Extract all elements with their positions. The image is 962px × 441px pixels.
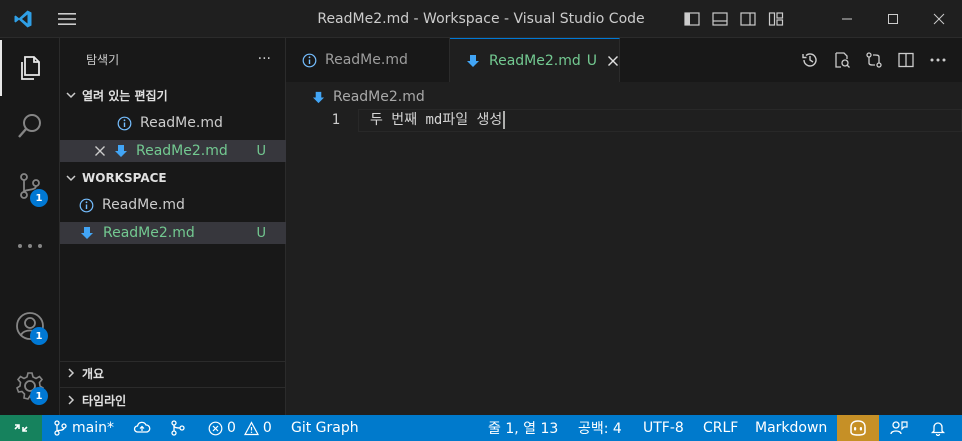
markdown-download-icon	[114, 144, 128, 158]
toggle-secondary-sidebar-icon[interactable]	[734, 0, 762, 38]
account-icon[interactable]: 1	[0, 298, 60, 354]
workspace-header[interactable]: WORKSPACE	[60, 167, 286, 189]
indentation[interactable]: 공백: 4	[578, 415, 622, 441]
copilot-icon[interactable]	[837, 415, 879, 441]
untracked-badge: U	[586, 52, 598, 69]
info-icon	[79, 198, 94, 213]
chevron-down-icon	[60, 172, 82, 184]
branch-name: main*	[72, 420, 114, 436]
warning-count: 0	[262, 420, 272, 436]
git-branch-icon	[53, 420, 67, 436]
feedback-icon[interactable]	[890, 415, 908, 441]
untracked-badge: U	[256, 225, 266, 241]
sync-icon[interactable]	[133, 415, 151, 441]
tab-readme2[interactable]: ReadMe2.md U	[450, 38, 620, 82]
chevron-right-icon	[60, 367, 82, 379]
files-icon[interactable]	[0, 40, 60, 96]
chevron-right-icon	[60, 394, 82, 406]
breadcrumb[interactable]: ReadMe2.md	[312, 86, 425, 108]
code-line[interactable]: 두 번째 md파일 생성	[370, 109, 506, 132]
close-icon[interactable]	[607, 55, 619, 67]
maximize-icon[interactable]	[870, 0, 916, 38]
error-count: 0	[227, 420, 236, 436]
file-item[interactable]: ReadMe2.md U	[60, 222, 286, 244]
markdown-download-icon	[466, 54, 480, 68]
open-editor-item[interactable]: ReadMe.md	[60, 112, 286, 134]
manage-badge: 1	[30, 387, 48, 405]
text-cursor	[503, 111, 506, 129]
git-compare-icon[interactable]	[858, 38, 890, 82]
breadcrumb-file: ReadMe2.md	[333, 89, 425, 105]
close-icon[interactable]	[916, 0, 962, 38]
cursor-position[interactable]: 줄 1, 열 13	[488, 415, 558, 441]
vscode-logo-icon	[0, 0, 46, 38]
code-text: 두 번째 md파일 생성	[370, 112, 503, 128]
outline-label: 개요	[82, 366, 105, 381]
sidebar-more-button[interactable]: ···	[258, 51, 271, 67]
file-label: ReadMe2.md	[103, 225, 195, 241]
hamburger-menu-icon[interactable]	[46, 0, 88, 38]
warning-icon	[243, 420, 259, 436]
git-graph-branch-icon[interactable]	[170, 415, 186, 441]
untracked-badge: U	[256, 143, 266, 159]
open-editors-label: 열려 있는 편집기	[82, 88, 168, 103]
source-control-icon[interactable]: 1	[0, 158, 60, 214]
status-bar: main* 0 0 Git Graph 줄 1, 열 13 공백: 4 UTF-…	[0, 415, 962, 441]
search-icon[interactable]	[0, 98, 60, 154]
source-control-badge: 1	[30, 189, 48, 207]
git-graph-button[interactable]: Git Graph	[291, 415, 359, 441]
more-actions-icon[interactable]	[922, 38, 954, 82]
file-label: ReadMe.md	[102, 197, 185, 213]
divider	[60, 387, 286, 388]
markdown-download-icon	[80, 226, 94, 240]
sidebar-title: 탐색기	[86, 52, 120, 67]
minimize-icon[interactable]	[824, 0, 870, 38]
window-title: ReadMe2.md - Workspace - Visual Studio C…	[317, 11, 645, 27]
error-icon	[208, 421, 223, 436]
editor-area[interactable]: ReadMe2.md 1 두 번째 md파일 생성	[286, 82, 962, 415]
toggle-panel-icon[interactable]	[706, 0, 734, 38]
timeline-label: 타임라인	[82, 393, 127, 408]
split-editor-icon[interactable]	[890, 38, 922, 82]
problems-indicator[interactable]: 0 0	[208, 415, 272, 441]
open-editor-label: ReadMe.md	[140, 115, 223, 131]
close-icon[interactable]	[94, 145, 106, 157]
timeline-header[interactable]: 타임라인	[60, 389, 286, 411]
chevron-down-icon	[60, 89, 82, 101]
tab-label: ReadMe2.md	[489, 52, 581, 69]
open-editor-item[interactable]: ReadMe2.md U	[60, 140, 286, 162]
line-number: 1	[331, 112, 340, 128]
tab-readme[interactable]: ReadMe.md	[286, 38, 450, 82]
gear-icon[interactable]: 1	[0, 358, 60, 414]
encoding[interactable]: UTF-8	[643, 415, 684, 441]
title-bar: ReadMe2.md - Workspace - Visual Studio C…	[0, 0, 962, 38]
workspace-label: WORKSPACE	[82, 171, 167, 185]
info-icon	[117, 116, 132, 131]
open-editor-label: ReadMe2.md	[136, 143, 228, 159]
explorer-sidebar: 탐색기 ··· 열려 있는 편집기 ReadMe.md ReadMe2.md U…	[60, 38, 286, 415]
open-editors-header[interactable]: 열려 있는 편집기	[60, 84, 286, 106]
ellipsis-icon[interactable]	[0, 218, 60, 274]
language-mode[interactable]: Markdown	[755, 415, 827, 441]
outline-header[interactable]: 개요	[60, 362, 286, 384]
open-preview-icon[interactable]	[826, 38, 858, 82]
notifications-bell-icon[interactable]	[930, 415, 946, 441]
toggle-primary-sidebar-icon[interactable]	[678, 0, 706, 38]
end-of-line[interactable]: CRLF	[703, 415, 738, 441]
file-item[interactable]: ReadMe.md	[60, 194, 286, 216]
activity-bar: 1 1 1	[0, 38, 60, 415]
remote-indicator-icon[interactable]	[0, 415, 42, 441]
tab-label: ReadMe.md	[325, 52, 408, 68]
account-badge: 1	[30, 327, 48, 345]
branch-indicator[interactable]: main*	[53, 415, 114, 441]
timeline-history-icon[interactable]	[794, 38, 826, 82]
info-icon	[302, 53, 317, 68]
customize-layout-icon[interactable]	[762, 0, 790, 38]
markdown-download-icon	[312, 91, 325, 104]
